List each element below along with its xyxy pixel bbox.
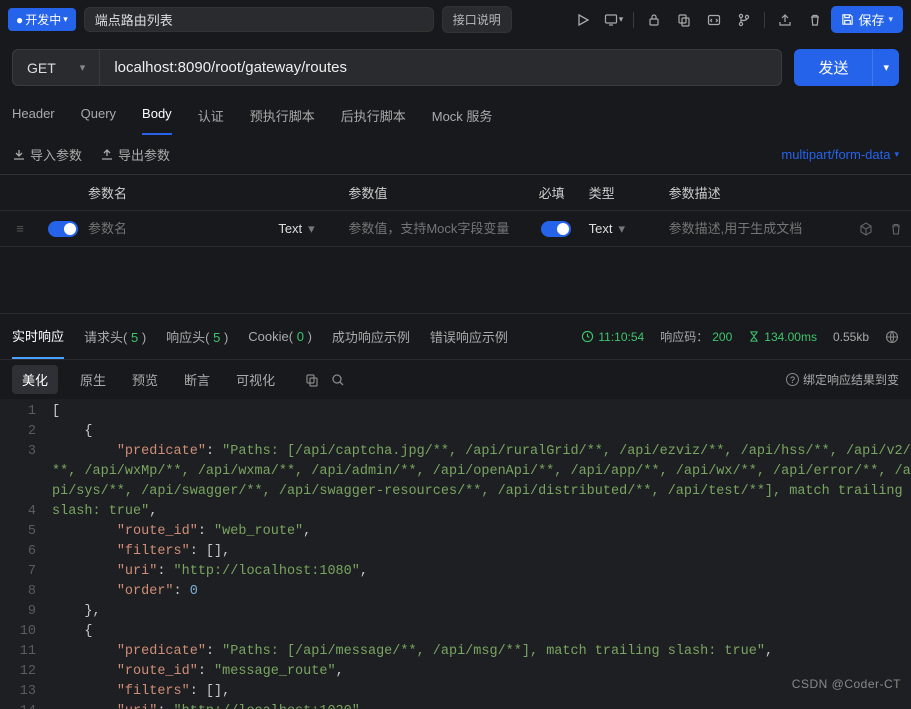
param-row: ≡ Text▾ Text▾ [0, 211, 911, 247]
request-url-row: GET ▾ 发送 ▾ [0, 39, 911, 96]
save-label: 保存 [858, 10, 884, 29]
info-icon: ? [786, 373, 799, 386]
send-dropdown[interactable]: ▾ [872, 49, 899, 86]
status-code-meta: 响应码： 200 [660, 328, 732, 345]
send-button[interactable]: 发送 [794, 49, 872, 86]
export-label: 导出参数 [118, 145, 170, 164]
body-type-label: multipart/form-data [781, 147, 890, 162]
chevron-down-icon: ▾ [63, 14, 68, 25]
import-params-button[interactable]: 导入参数 [12, 145, 82, 164]
top-toolbar: ● 开发中 ▾ 接口说明 ▾ 保存 ▾ [0, 0, 911, 39]
col-required: 必填 [531, 177, 581, 208]
branch-icon[interactable] [730, 8, 758, 32]
params-header-row: 参数名 参数值 必填 类型 参数描述 [0, 175, 911, 211]
import-label: 导入参数 [30, 145, 82, 164]
value-type-select[interactable]: Text▾ [581, 215, 661, 243]
trash-icon[interactable] [801, 8, 829, 32]
col-name: 参数名 [80, 177, 270, 208]
response-tab[interactable]: 成功响应示例 [332, 315, 410, 358]
chevron-down-icon: ▾ [888, 14, 893, 25]
col-value: 参数值 [340, 177, 530, 208]
request-tab-认证[interactable]: 认证 [198, 96, 224, 135]
col-desc: 参数描述 [661, 177, 851, 208]
param-name-input[interactable] [88, 221, 262, 236]
size-meta: 0.55kb [833, 330, 869, 344]
param-desc-input[interactable] [669, 221, 843, 236]
request-tab-预执行脚本[interactable]: 预执行脚本 [250, 96, 315, 135]
drag-handle-icon[interactable]: ≡ [0, 215, 40, 242]
copy-icon[interactable] [670, 8, 698, 32]
api-description-button[interactable]: 接口说明 [442, 6, 512, 33]
code-icon[interactable] [700, 8, 728, 32]
cube-icon[interactable] [851, 216, 881, 242]
latency-meta: 134.00ms [748, 330, 817, 344]
dev-status-badge[interactable]: ● 开发中 ▾ [8, 8, 76, 31]
clock-icon [581, 330, 594, 343]
response-editor: 12345678910111213141516 [ { "predicate":… [0, 399, 911, 709]
name-type-select[interactable]: Text▾ [270, 215, 340, 243]
response-tab[interactable]: 请求头( 5 ) [84, 315, 146, 358]
globe-icon[interactable] [885, 330, 899, 344]
watermark: CSDN @Coder-CT [792, 677, 901, 691]
param-value-input[interactable] [348, 221, 522, 236]
request-tab-body[interactable]: Body [142, 96, 172, 135]
download-icon [12, 148, 26, 162]
view-tab-断言[interactable]: 断言 [180, 360, 214, 399]
export-params-button[interactable]: 导出参数 [100, 145, 170, 164]
view-tab-预览[interactable]: 预览 [128, 360, 162, 399]
request-tabs: Header Query Body 认证预执行脚本后执行脚本 Mock 服务 [0, 96, 911, 135]
search-response-icon[interactable] [331, 373, 345, 387]
required-toggle[interactable] [541, 221, 571, 237]
response-tabs: 实时响应请求头( 5 ) 响应头( 5 ) Cookie( 0 ) 成功响应示例错误响… [0, 313, 911, 360]
copy-response-icon[interactable] [305, 373, 319, 387]
delete-row-icon[interactable] [881, 216, 911, 242]
hourglass-icon [748, 330, 760, 343]
response-tab[interactable]: Cookie( 0 ) [248, 317, 312, 356]
response-tab[interactable]: 实时响应 [12, 314, 64, 359]
chevron-down-icon: ▾ [619, 221, 626, 237]
request-tab-header[interactable]: Header [12, 96, 55, 135]
lock-icon[interactable] [640, 8, 668, 32]
bind-response-button[interactable]: ? 绑定响应结果到变 [786, 371, 899, 388]
param-toolbar: 导入参数 导出参数 multipart/form-data ▾ [0, 135, 911, 174]
view-mode-tabs: 美化原生预览断言可视化 ? 绑定响应结果到变 [0, 360, 911, 399]
params-table: 参数名 参数值 必填 类型 参数描述 ≡ Text▾ Text▾ [0, 174, 911, 247]
response-tab[interactable]: 错误响应示例 [430, 315, 508, 358]
upload-icon [100, 148, 114, 162]
save-button[interactable]: 保存 ▾ [831, 6, 903, 33]
chevron-down-icon: ▾ [883, 61, 889, 74]
chevron-down-icon: ▾ [80, 61, 86, 74]
export-icon[interactable] [771, 8, 799, 32]
chevron-down-icon: ▾ [894, 149, 899, 160]
chevron-down-icon: ▾ [308, 221, 315, 237]
view-tab-美化[interactable]: 美化 [12, 365, 58, 394]
view-tab-可视化[interactable]: 可视化 [232, 360, 279, 399]
method-label: GET [27, 60, 56, 76]
response-time-meta: 11:10:54 [581, 330, 644, 344]
bind-label: 绑定响应结果到变 [803, 371, 899, 388]
request-tab-query[interactable]: Query [81, 96, 116, 135]
dot-icon: ● [16, 13, 23, 27]
response-tab[interactable]: 响应头( 5 ) [166, 315, 228, 358]
save-disk-icon [841, 13, 854, 26]
response-body[interactable]: [ { "predicate": "Paths: [/api/captcha.j… [46, 399, 911, 709]
col-type: 类型 [581, 177, 661, 208]
request-tab-mock 服务[interactable]: Mock 服务 [432, 96, 493, 135]
request-url-input[interactable] [100, 49, 782, 86]
body-type-select[interactable]: multipart/form-data ▾ [781, 147, 899, 162]
api-title-input[interactable] [84, 7, 434, 32]
line-gutter: 12345678910111213141516 [0, 399, 46, 709]
request-tab-后执行脚本[interactable]: 后执行脚本 [341, 96, 406, 135]
screen-icon[interactable]: ▾ [599, 8, 627, 32]
http-method-select[interactable]: GET ▾ [12, 49, 100, 86]
view-tab-原生[interactable]: 原生 [76, 360, 110, 399]
dev-status-label: 开发中 [25, 11, 61, 28]
enable-toggle[interactable] [48, 221, 78, 237]
run-icon[interactable] [569, 8, 597, 32]
